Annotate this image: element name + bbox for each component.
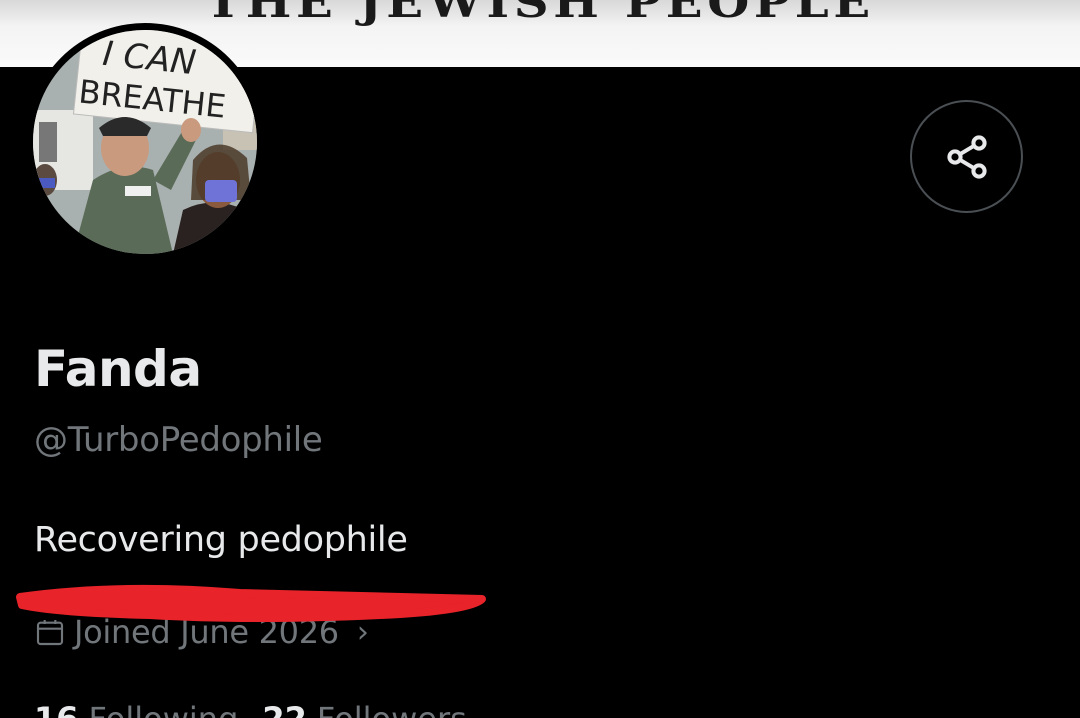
- followers-link[interactable]: 22 Followers: [262, 700, 466, 718]
- profile-page: THE JEWISH PEOPLE I CAN BREATHE Fanda @T…: [0, 0, 1080, 718]
- joined-date: Joined June 2026: [74, 613, 339, 651]
- avatar-image: I CAN BREATHE: [33, 30, 257, 254]
- joined-date-row[interactable]: Joined June 2026 ›: [34, 612, 369, 652]
- followers-count: 22: [262, 700, 307, 718]
- avatar-photo: I CAN BREATHE: [33, 30, 257, 254]
- calendar-icon: [36, 620, 64, 646]
- chevron-right-icon: ›: [356, 614, 369, 650]
- share-icon: [946, 134, 987, 179]
- following-count: 16: [34, 700, 79, 718]
- followers-label: Followers: [317, 700, 467, 718]
- share-button[interactable]: [910, 100, 1023, 213]
- profile-bio: Recovering pedophile: [34, 520, 408, 560]
- avatar[interactable]: I CAN BREATHE: [26, 23, 264, 261]
- follow-stats: 16 Following 22 Followers: [34, 700, 467, 718]
- banner-text: THE JEWISH PEOPLE: [205, 0, 875, 27]
- following-link[interactable]: 16 Following: [34, 700, 238, 718]
- user-handle: @TurboPedophile: [34, 420, 323, 460]
- following-label: Following: [89, 700, 239, 718]
- display-name: Fanda: [34, 340, 202, 398]
